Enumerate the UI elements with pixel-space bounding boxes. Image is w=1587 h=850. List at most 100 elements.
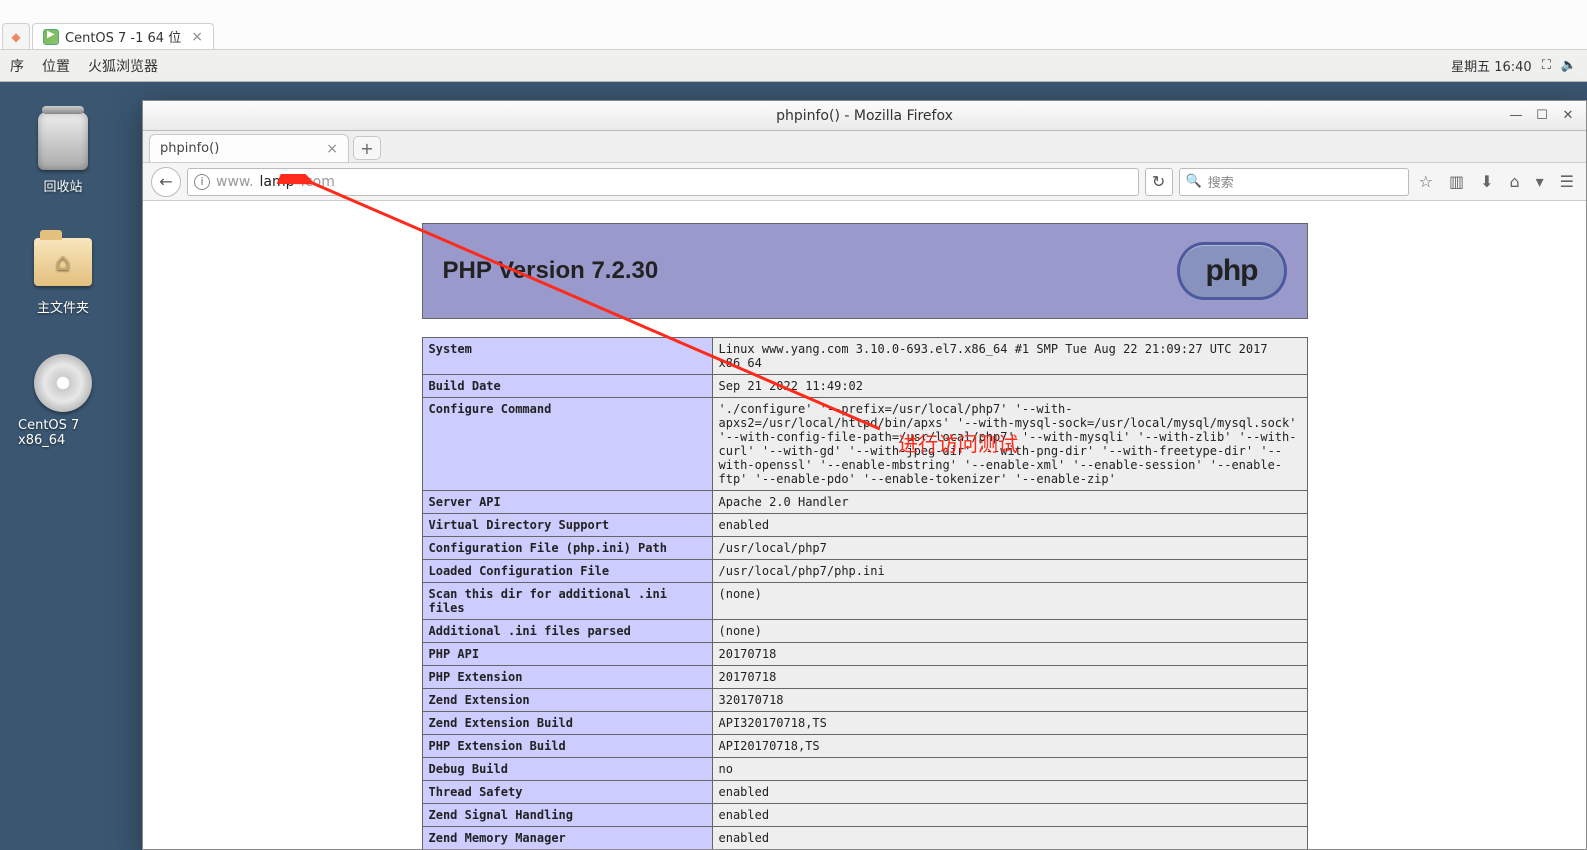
desktop-label: 主文件夹 <box>37 297 89 316</box>
url-host: lamp <box>260 174 295 190</box>
sound-icon[interactable]: 🔈 <box>1561 58 1577 73</box>
firefox-toolbar: ← i www. lamp .com ↻ 🔍 搜索 ☆ ▥ ⬇ ⌂ ▾ ☰ <box>143 163 1586 201</box>
desktop-label: 回收站 <box>43 176 82 195</box>
phpinfo-value: 320170718 <box>712 689 1307 712</box>
firefox-content[interactable]: PHP Version 7.2.30 php SystemLinux www.y… <box>143 201 1586 849</box>
phpinfo-value: API20170718,TS <box>712 735 1307 758</box>
phpinfo-key: PHP Extension <box>422 666 712 689</box>
phpinfo-key: Configure Command <box>422 398 712 491</box>
table-row: Loaded Configuration File/usr/local/php7… <box>422 560 1307 583</box>
close-button[interactable]: ✕ <box>1556 105 1580 125</box>
close-icon[interactable]: × <box>326 141 338 157</box>
desktop-icon-home[interactable]: ⌂ 主文件夹 <box>34 233 92 316</box>
back-button[interactable]: ← <box>151 167 181 197</box>
table-row: Scan this dir for additional .ini files(… <box>422 583 1307 620</box>
plus-icon: + <box>360 139 373 158</box>
phpinfo-key: Server API <box>422 491 712 514</box>
phpinfo-key: Zend Memory Manager <box>422 827 712 850</box>
table-row: Debug Buildno <box>422 758 1307 781</box>
tab-label: phpinfo() <box>160 141 219 156</box>
phpinfo-header: PHP Version 7.2.30 php <box>422 223 1308 319</box>
phpinfo-key: Zend Extension Build <box>422 712 712 735</box>
table-row: SystemLinux www.yang.com 3.10.0-693.el7.… <box>422 338 1307 375</box>
phpinfo-value: './configure' '--prefix=/usr/local/php7'… <box>712 398 1307 491</box>
host-tab-strip: ◆ CentOS 7 -1 64 位 × <box>0 0 1587 50</box>
gnome-clock: 星期五 16:40 <box>1451 56 1532 75</box>
close-icon[interactable]: × <box>191 29 203 45</box>
gnome-top-bar: 序 位置 火狐浏览器 星期五 16:40 ⛶ 🔈 <box>0 50 1587 82</box>
phpinfo-key: Build Date <box>422 375 712 398</box>
phpinfo-key: Zend Signal Handling <box>422 804 712 827</box>
desktop-icon-trash[interactable]: 回收站 <box>34 112 92 195</box>
search-icon: 🔍 <box>1186 174 1202 189</box>
phpinfo-value: Apache 2.0 Handler <box>712 491 1307 514</box>
maximize-button[interactable]: ☐ <box>1530 105 1554 125</box>
home-icon[interactable]: ⌂ <box>1509 172 1519 191</box>
php-version-title: PHP Version 7.2.30 <box>443 257 659 285</box>
table-row: Zend Extension BuildAPI320170718,TS <box>422 712 1307 735</box>
minimize-button[interactable]: — <box>1504 105 1528 125</box>
desktop-label: CentOS 7 x86_64 <box>18 418 108 448</box>
pocket-icon[interactable]: ▾ <box>1536 172 1544 191</box>
phpinfo-key: Virtual Directory Support <box>422 514 712 537</box>
search-placeholder: 搜索 <box>1208 172 1234 191</box>
phpinfo-key: Thread Safety <box>422 781 712 804</box>
phpinfo-table: SystemLinux www.yang.com 3.10.0-693.el7.… <box>422 337 1308 849</box>
phpinfo-key: Configuration File (php.ini) Path <box>422 537 712 560</box>
phpinfo-value: 20170718 <box>712 666 1307 689</box>
gnome-menu-apps[interactable]: 序 <box>10 56 24 76</box>
host-tab-home[interactable]: ◆ <box>2 23 30 49</box>
url-bar[interactable]: i www. lamp .com <box>187 168 1139 196</box>
downloads-icon[interactable]: ⬇ <box>1480 172 1493 191</box>
phpinfo-key: System <box>422 338 712 375</box>
reload-button[interactable]: ↻ <box>1145 168 1173 196</box>
phpinfo-key: Debug Build <box>422 758 712 781</box>
hamburger-menu-icon[interactable]: ☰ <box>1560 172 1574 191</box>
phpinfo-key: PHP Extension Build <box>422 735 712 758</box>
phpinfo-page: PHP Version 7.2.30 php SystemLinux www.y… <box>422 223 1308 849</box>
table-row: Zend Extension320170718 <box>422 689 1307 712</box>
phpinfo-key: PHP API <box>422 643 712 666</box>
phpinfo-key: Zend Extension <box>422 689 712 712</box>
table-row: Configuration File (php.ini) Path/usr/lo… <box>422 537 1307 560</box>
newtab-button[interactable]: + <box>353 136 381 160</box>
gnome-menu-firefox[interactable]: 火狐浏览器 <box>88 56 158 76</box>
table-row: Zend Signal Handlingenabled <box>422 804 1307 827</box>
url-suffix: .com <box>301 174 335 190</box>
site-info-icon[interactable]: i <box>194 174 210 190</box>
php-logo: php <box>1177 242 1287 300</box>
search-bar[interactable]: 🔍 搜索 <box>1179 168 1409 196</box>
tab-phpinfo[interactable]: phpinfo() × <box>149 134 349 162</box>
gnome-menu-places[interactable]: 位置 <box>42 56 70 76</box>
firefox-titlebar[interactable]: phpinfo() - Mozilla Firefox — ☐ ✕ <box>143 101 1586 131</box>
reload-icon: ↻ <box>1152 172 1165 191</box>
desktop-icon-disc[interactable]: CentOS 7 x86_64 <box>18 354 108 448</box>
table-row: Server APIApache 2.0 Handler <box>422 491 1307 514</box>
firefox-window: phpinfo() - Mozilla Firefox — ☐ ✕ phpinf… <box>142 100 1587 850</box>
folder-icon: ⌂ <box>34 238 92 286</box>
phpinfo-value: Linux www.yang.com 3.10.0-693.el7.x86_64… <box>712 338 1307 375</box>
table-row: Build DateSep 21 2022 11:49:02 <box>422 375 1307 398</box>
firefox-tabstrip: phpinfo() × + <box>143 131 1586 163</box>
phpinfo-value: /usr/local/php7/php.ini <box>712 560 1307 583</box>
trash-icon <box>38 112 88 170</box>
table-row: Configure Command'./configure' '--prefix… <box>422 398 1307 491</box>
phpinfo-value: enabled <box>712 514 1307 537</box>
phpinfo-value: (none) <box>712 583 1307 620</box>
library-icon[interactable]: ▥ <box>1449 172 1464 191</box>
php-logo-text: php <box>1206 254 1258 288</box>
bookmark-star-icon[interactable]: ☆ <box>1419 172 1433 191</box>
phpinfo-value: API320170718,TS <box>712 712 1307 735</box>
table-row: Zend Memory Managerenabled <box>422 827 1307 850</box>
table-row: PHP Extension BuildAPI20170718,TS <box>422 735 1307 758</box>
url-prefix: www. <box>216 174 254 190</box>
desktop: 回收站 ⌂ 主文件夹 CentOS 7 x86_64 7 CSDN @Dao.z… <box>0 82 1587 850</box>
phpinfo-value: enabled <box>712 827 1307 850</box>
host-tab-vm[interactable]: CentOS 7 -1 64 位 × <box>32 23 214 49</box>
network-icon[interactable]: ⛶ <box>1542 58 1551 73</box>
table-row: Thread Safetyenabled <box>422 781 1307 804</box>
phpinfo-key: Loaded Configuration File <box>422 560 712 583</box>
phpinfo-value: /usr/local/php7 <box>712 537 1307 560</box>
phpinfo-value: enabled <box>712 781 1307 804</box>
disc-icon <box>34 354 92 412</box>
